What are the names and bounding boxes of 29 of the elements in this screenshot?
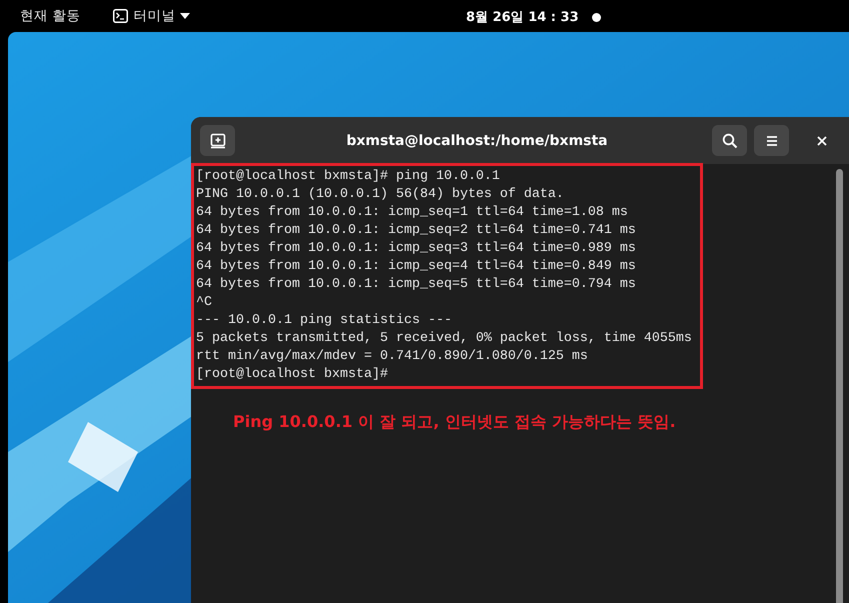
terminal-line: PING 10.0.0.1 (10.0.0.1) 56(84) bytes of data.	[196, 186, 565, 204]
terminal-line: ^C	[196, 294, 213, 312]
menu-button[interactable]	[754, 125, 789, 156]
search-button[interactable]	[712, 125, 747, 156]
activities-button[interactable]: 현재 활동	[20, 7, 80, 25]
clock[interactable]: 8월 26일 14 : 33	[466, 8, 579, 26]
status-dot-icon	[592, 13, 601, 22]
menu-icon	[764, 134, 778, 146]
caret-icon	[180, 13, 190, 19]
terminal-line: 64 bytes from 10.0.0.1: icmp_seq=1 ttl=64 time=1.08 ms	[196, 204, 629, 222]
terminal-line: 5 packets transmitted, 5 received, 0% packet loss, time 4055ms	[196, 330, 693, 348]
terminal-line: 64 bytes from 10.0.0.1: icmp_seq=5 ttl=64 time=0.794 ms	[196, 276, 637, 294]
annotation-text: Ping 10.0.0.1 이 잘 되고, 인터넷도 접속 가능하다는 뜻임.	[233, 412, 677, 433]
terminal-line: 64 bytes from 10.0.0.1: icmp_seq=3 ttl=64 time=0.989 ms	[196, 240, 637, 258]
window-title: bxmsta@localhost:/home/bxmsta	[345, 132, 609, 148]
terminal-line: 64 bytes from 10.0.0.1: icmp_seq=4 ttl=64 time=0.849 ms	[196, 258, 637, 276]
app-menu[interactable]: 터미널	[113, 7, 190, 25]
new-tab-icon	[210, 132, 226, 148]
search-icon	[722, 132, 738, 148]
new-tab-button[interactable]	[200, 125, 235, 156]
terminal-line: [root@localhost bxmsta]#	[196, 366, 389, 384]
terminal-line: rtt min/avg/max/mdev = 0.741/0.890/1.080/0.125 ms	[196, 348, 589, 366]
close-icon	[817, 136, 827, 146]
terminal-line: 64 bytes from 10.0.0.1: icmp_seq=2 ttl=64 time=0.741 ms	[196, 222, 637, 240]
terminal-icon	[113, 9, 128, 23]
terminal-line: [root@localhost bxmsta]# ping 10.0.0.1	[196, 168, 501, 186]
bright-facet	[68, 422, 138, 492]
scrollbar[interactable]	[836, 169, 843, 603]
terminal-line: --- 10.0.0.1 ping statistics ---	[196, 312, 453, 330]
